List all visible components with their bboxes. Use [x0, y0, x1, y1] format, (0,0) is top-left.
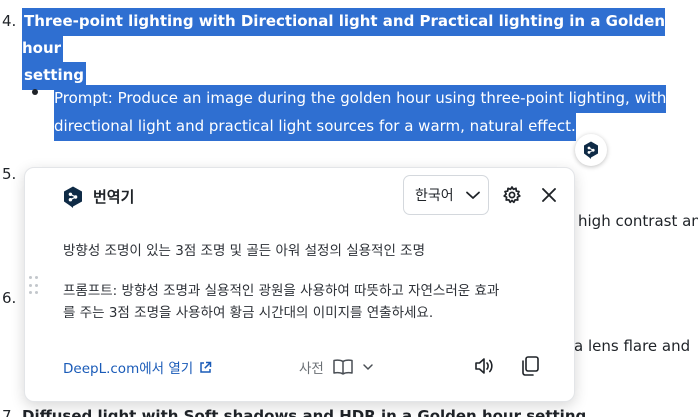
external-link-icon: [200, 361, 212, 373]
item-4-prompt-line2: directional light and practical light so…: [54, 113, 576, 141]
translation-text: 방향성 조명이 있는 3점 조명 및 골든 아워 설정의 실용적인 조명 프롬프…: [63, 240, 563, 324]
translation-prompt-line1: 프롬프트: 방향성 조명과 실용적인 광원을 사용하여 따뜻하고 자연스러운 효…: [63, 283, 500, 299]
chevron-down-icon: [466, 191, 480, 199]
book-icon: [333, 359, 353, 375]
chevron-down-icon: [363, 364, 373, 371]
deepl-logo-icon: [63, 186, 83, 212]
list-number-4: 4.: [2, 12, 17, 30]
item-5-fragment: high contrast and: [578, 212, 698, 230]
open-in-deepl-link[interactable]: DeepL.com에서 열기: [63, 357, 212, 377]
bullet-dot: [32, 89, 38, 95]
translation-prompt-line2: 를 주는 3점 조명을 사용하여 황금 시간대의 이미지를 연출하세요.: [63, 305, 434, 321]
dictionary-label: 사전: [299, 361, 324, 377]
drag-handle[interactable]: [29, 276, 39, 296]
item-4-heading-line1: Three-point lighting with Directional li…: [22, 8, 666, 63]
translation-prompt: 프롬프트: 방향성 조명과 실용적인 광원을 사용하여 따뜻하고 자연스러운 효…: [63, 280, 563, 324]
translator-popup: 번역기 한국어 방향성 조명이 있는 3점 조명 및 골든 아워 설정의 실용적…: [24, 167, 575, 402]
item-7-heading: Diffused light with Soft shadows and HDR…: [22, 407, 587, 417]
dictionary-button[interactable]: 사전: [299, 357, 374, 377]
item-4-prompt-line1: Prompt: Produce an image during the gold…: [54, 85, 667, 113]
translator-title: 번역기: [93, 188, 135, 206]
list-number-6: 6.: [2, 289, 17, 307]
language-select-value: 한국어: [415, 188, 454, 204]
item-6-fragment: a lens flare and: [574, 337, 691, 355]
translation-heading: 방향성 조명이 있는 3점 조명 및 골든 아워 설정의 실용적인 조명: [63, 243, 426, 259]
list-number-5: 5.: [2, 165, 17, 183]
open-in-deepl-label: DeepL.com에서 열기: [63, 361, 194, 377]
deepl-floating-button[interactable]: [575, 134, 607, 166]
language-select[interactable]: 한국어: [403, 175, 489, 215]
copy-icon[interactable]: [519, 355, 541, 381]
item-4-prompt: Prompt: Produce an image during the gold…: [54, 84, 674, 141]
speaker-icon[interactable]: [473, 355, 495, 381]
deepl-logo-icon: [584, 141, 598, 159]
list-number-7: 7.: [2, 407, 17, 417]
item-4-heading: Three-point lighting with Directional li…: [22, 8, 686, 90]
settings-gear-icon[interactable]: [502, 185, 522, 209]
close-icon[interactable]: [540, 186, 558, 208]
